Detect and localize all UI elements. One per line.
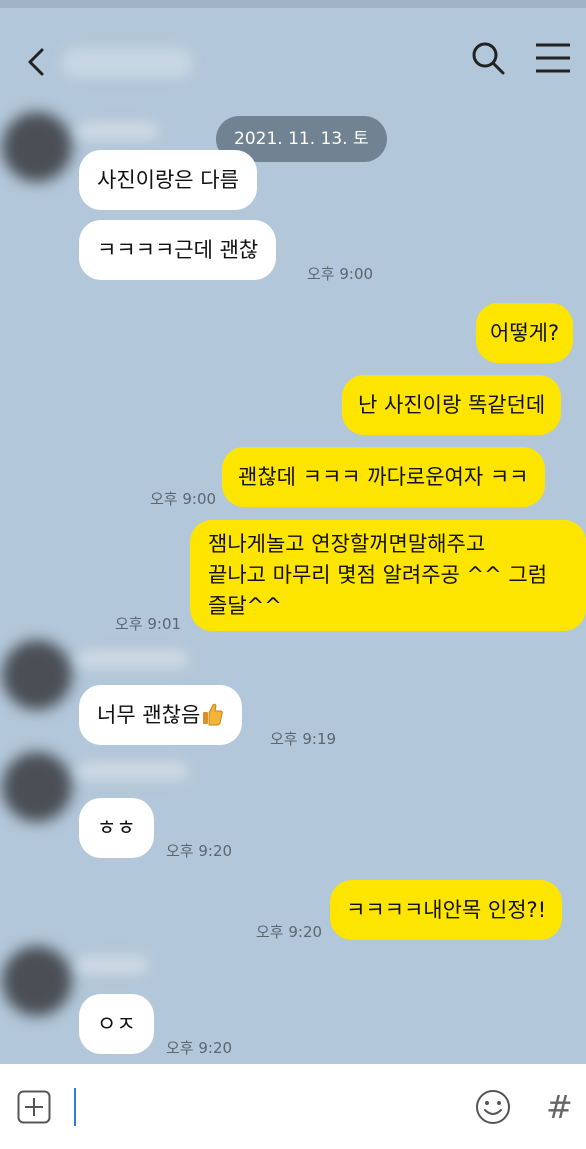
message-time: 오후 9:01 [115,615,182,633]
message-time: 오후 9:20 [256,923,323,941]
hamburger-menu-icon[interactable] [534,41,572,75]
message-line: 즐달^^ [208,594,282,618]
message-time: 오후 9:20 [166,1039,233,1057]
message-bubble-outgoing[interactable]: 난 사진이랑 똑같던데 [342,375,562,435]
emoji-smile-icon[interactable] [474,1088,512,1126]
avatar[interactable] [2,640,72,710]
message-bubble-incoming[interactable]: ㅎㅎ [79,798,154,858]
message-bubble-incoming[interactable]: ㅇㅈ [79,994,154,1054]
avatar[interactable] [2,752,72,822]
plus-square-icon[interactable] [17,1090,51,1124]
sender-name-redacted [78,122,158,140]
avatar[interactable] [2,112,72,182]
sender-name-redacted [78,956,148,974]
search-icon[interactable] [468,38,508,78]
sender-name-redacted [78,762,188,780]
thumbs-up-icon [203,703,224,726]
message-bubble-outgoing[interactable]: 괜찮데 ㅋㅋㅋ 까다로운여자 ㅋㅋ [222,447,545,507]
message-bubble-incoming[interactable]: 사진이랑은 다름 [79,150,257,210]
message-bubble-incoming[interactable]: ㅋㅋㅋㅋ근데 괜찮 [79,220,277,280]
sender-name-redacted [78,650,188,668]
avatar[interactable] [2,946,72,1016]
chevron-left-icon[interactable] [22,42,52,82]
message-time: 오후 9:00 [150,490,217,508]
message-text: 너무 괜찮음 [97,703,201,727]
message-bubble-incoming[interactable]: 너무 괜찮음 [79,685,243,745]
message-time: 오후 9:00 [307,265,374,283]
message-line: 끝나고 마무리 몇점 알려주공 ^^ 그럼 [208,563,548,587]
status-strip [0,0,586,8]
message-line: 잼나게놀고 연장할꺼면말해주고 [208,532,486,556]
message-time: 오후 9:20 [166,842,233,860]
message-bubble-outgoing[interactable]: 잼나게놀고 연장할꺼면말해주고 끝나고 마무리 몇점 알려주공 ^^ 그럼 즐달… [190,520,586,631]
chat-header [0,8,586,100]
message-bubble-outgoing[interactable]: 어떻게? [476,303,574,363]
message-time: 오후 9:19 [270,730,337,748]
message-bubble-outgoing[interactable]: ㅋㅋㅋㅋ내안목 인정?! [330,880,563,940]
hashtag-button[interactable]: # [546,1088,573,1126]
chat-title-redacted [62,48,192,78]
message-input-cursor[interactable] [74,1088,76,1126]
